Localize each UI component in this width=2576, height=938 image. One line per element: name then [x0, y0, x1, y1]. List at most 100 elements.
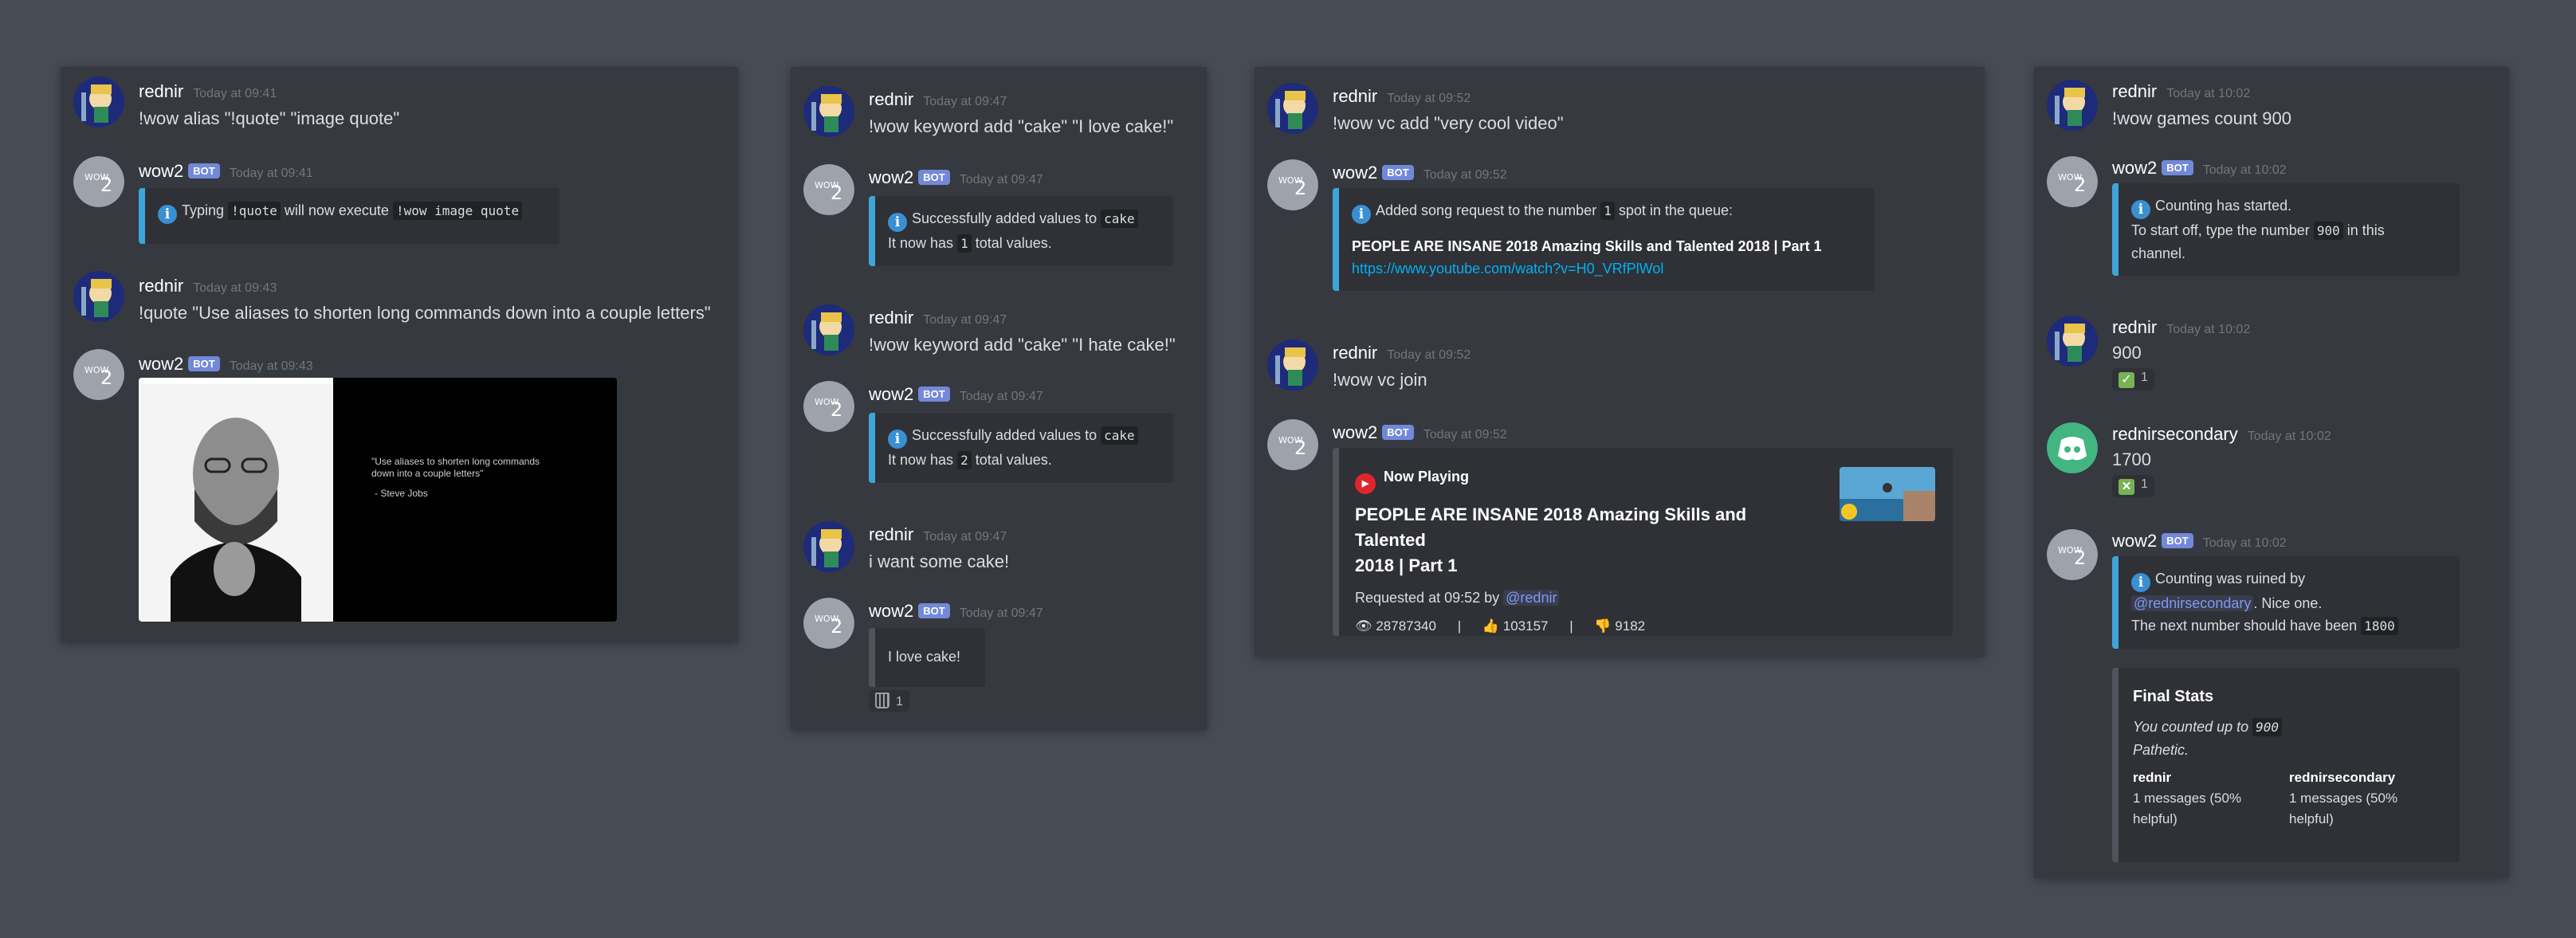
username[interactable]: rednir	[1333, 343, 1377, 363]
quote-image[interactable]: "Use aliases to shorten long commands do…	[139, 378, 617, 622]
info-icon: i	[1352, 205, 1371, 224]
message-text: !wow games count 900	[2112, 108, 2292, 128]
username[interactable]: wow2	[869, 601, 913, 621]
username[interactable]: rednir	[869, 308, 913, 328]
quote-text: down into a couple letters"	[371, 468, 484, 479]
username[interactable]: wow2	[139, 354, 183, 374]
embed: i Typing !quote will now execute !wow ima…	[139, 188, 560, 244]
timestamp: Today at 09:47	[923, 313, 1007, 327]
message: rednir Today at 09:43 !quote "Use aliases…	[61, 271, 738, 335]
username[interactable]: rednir	[869, 89, 913, 109]
bot-avatar[interactable]: WOW 2	[2047, 156, 2098, 207]
user-avatar[interactable]	[1267, 339, 1318, 391]
timestamp: Today at 10:02	[2166, 323, 2251, 336]
bot-avatar[interactable]: WOW 2	[803, 164, 854, 215]
timestamp: Today at 10:02	[2202, 536, 2287, 550]
username[interactable]: rednirsecondary	[2112, 424, 2238, 444]
username[interactable]: rednir	[2112, 81, 2157, 101]
reaction-button[interactable]: ✕ 1	[2112, 475, 2154, 497]
message-text: !wow keyword add "cake" "I love cake!"	[869, 116, 1174, 136]
user-avatar[interactable]	[803, 304, 854, 355]
user-avatar[interactable]	[73, 77, 124, 128]
message-text: !wow keyword add "cake" "I hate cake!"	[869, 335, 1176, 355]
song-title: PEOPLE ARE INSANE 2018 Amazing Skills an…	[1355, 504, 1747, 550]
bot-badge: BOT	[2162, 533, 2193, 548]
message-text: !wow alias "!quote" "image quote"	[139, 108, 400, 128]
now-playing-embed: ▶ Now Playing PEOPLE ARE INSANE 2018 Amaz…	[1333, 448, 1953, 636]
message-text: !wow vc add "very cool video"	[1333, 113, 1564, 133]
timestamp: Today at 09:52	[1423, 168, 1507, 182]
bot-avatar[interactable]: WOW 2	[1267, 159, 1318, 210]
info-icon: i	[888, 430, 907, 449]
embed: I love cake!	[869, 628, 985, 687]
reaction-button[interactable]: 1	[869, 690, 909, 712]
user-avatar[interactable]	[2047, 80, 2098, 131]
youtube-icon: ▶	[1355, 473, 1376, 494]
embed: i Successfully added values to cake It no…	[869, 413, 1173, 483]
username[interactable]: wow2	[1333, 422, 1377, 442]
info-icon: i	[888, 213, 907, 232]
info-icon: i	[2131, 200, 2150, 219]
svg-text:2: 2	[831, 182, 842, 204]
username[interactable]: wow2	[1333, 163, 1377, 182]
likes-count: 103157	[1502, 618, 1549, 634]
bot-avatar[interactable]: WOW 2	[73, 349, 124, 400]
bot-avatar[interactable]: WOW 2	[803, 381, 854, 432]
bot-badge: BOT	[918, 170, 950, 185]
chat-panel-3: rednir Today at 09:52 !wow vc add "very c…	[1255, 67, 1985, 657]
bot-badge: BOT	[1382, 425, 1414, 440]
user-mention[interactable]: @rednir	[1503, 590, 1560, 606]
user-mention[interactable]: @rednirsecondary	[2131, 595, 2254, 611]
info-icon: i	[2131, 573, 2150, 592]
timestamp: Today at 09:52	[1387, 92, 1471, 105]
embed: i Counting was ruined by @rednirsecondary…	[2112, 556, 2460, 649]
message: rednir Today at 09:41 !wow alias "!quote"…	[61, 77, 738, 140]
dislikes-count: 9182	[1615, 618, 1646, 634]
username[interactable]: rednir	[139, 81, 183, 101]
bot-avatar[interactable]: WOW 2	[2047, 529, 2098, 580]
user-avatar[interactable]	[803, 86, 854, 137]
username[interactable]: wow2	[139, 161, 183, 181]
message-text: 900	[2112, 343, 2142, 363]
song-title: PEOPLE ARE INSANE 2018 Amazing Skills an…	[1352, 238, 1822, 254]
username[interactable]: rednir	[1333, 86, 1377, 106]
embed: i Successfully added values to cake It no…	[869, 196, 1173, 266]
svg-text:2: 2	[2074, 547, 2086, 569]
svg-text:2: 2	[1294, 177, 1306, 199]
eye-icon: 👁	[1355, 618, 1372, 634]
timestamp: Today at 09:43	[193, 281, 277, 295]
svg-text:2: 2	[831, 615, 842, 638]
user-avatar[interactable]	[73, 271, 124, 322]
bot-badge: BOT	[2162, 160, 2193, 175]
song-title: 2018 | Part 1	[1355, 555, 1458, 575]
discord-avatar[interactable]	[2047, 422, 2098, 473]
user-avatar[interactable]	[2047, 316, 2098, 367]
bot-avatar[interactable]: WOW 2	[1267, 419, 1318, 470]
timestamp: Today at 09:47	[923, 530, 1007, 544]
timestamp: Today at 09:43	[229, 359, 313, 373]
bot-badge: BOT	[918, 603, 950, 618]
username[interactable]: wow2	[869, 167, 913, 187]
user-avatar[interactable]	[1267, 83, 1318, 134]
bot-badge: BOT	[1382, 165, 1414, 180]
video-thumbnail[interactable]	[1840, 467, 1935, 521]
reaction-button[interactable]: ✓ 1	[2112, 368, 2154, 391]
user-avatar[interactable]	[803, 521, 854, 572]
username[interactable]: rednir	[2112, 317, 2157, 337]
message: WOW 2 wow2 BOT Today at 09:41 i Typing !quot…	[61, 156, 738, 244]
username[interactable]: rednir	[139, 276, 183, 296]
svg-text:2: 2	[100, 174, 112, 196]
username[interactable]: wow2	[2112, 158, 2157, 178]
bot-avatar[interactable]: WOW 2	[73, 156, 124, 207]
info-icon: i	[158, 205, 177, 224]
quote-text: "Use aliases to shorten long commands	[371, 456, 540, 467]
username[interactable]: wow2	[869, 384, 913, 404]
username[interactable]: rednir	[869, 524, 913, 544]
username[interactable]: wow2	[2112, 531, 2157, 551]
stats-user: rednirsecondary	[2289, 770, 2396, 785]
song-link[interactable]: https://www.youtube.com/watch?v=H0_VRfPl…	[1352, 257, 1862, 280]
timestamp: Today at 09:47	[959, 390, 1043, 403]
timestamp: Today at 09:41	[193, 87, 277, 100]
bot-avatar[interactable]: WOW 2	[803, 598, 854, 649]
timestamp: Today at 09:47	[959, 173, 1043, 186]
